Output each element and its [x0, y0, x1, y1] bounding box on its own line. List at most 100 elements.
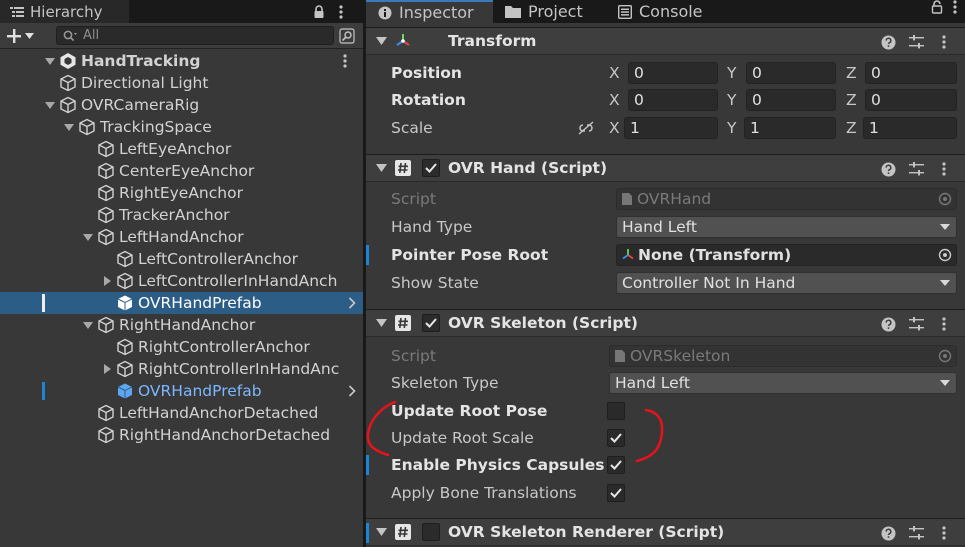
help-icon[interactable] [879, 310, 897, 338]
hierarchy-item[interactable]: RightEyeAnchor [0, 182, 363, 204]
ovr-skeleton-component-header[interactable]: OVR Skeleton (Script) [366, 309, 965, 337]
lock-icon[interactable] [313, 0, 325, 23]
hierarchy-item[interactable]: TrackingSpace [0, 116, 363, 138]
hierarchy-item-label: OVRHandPrefab [138, 382, 262, 400]
tab-inspector[interactable]: Inspector [366, 0, 493, 23]
position-x-field[interactable]: 0 [628, 62, 718, 84]
axis-y-label[interactable]: Y [727, 115, 736, 141]
kebab-menu-icon[interactable] [935, 310, 953, 338]
preset-icon[interactable] [907, 519, 925, 547]
apply-bone-translations-checkbox[interactable] [607, 484, 625, 502]
expanded-arrow-icon[interactable] [42, 50, 58, 72]
hierarchy-item[interactable]: Directional Light [0, 72, 363, 94]
axis-x-label[interactable]: X [609, 60, 620, 86]
kebab-menu-icon[interactable] [338, 50, 352, 72]
preset-icon[interactable] [907, 155, 925, 183]
preset-icon[interactable] [907, 28, 925, 56]
open-prefab-chevron-icon[interactable] [345, 292, 359, 314]
dropdown-arrow-icon [939, 276, 951, 290]
skeleton-type-dropdown[interactable]: Hand Left [609, 372, 957, 394]
axis-z-label[interactable]: Z [846, 115, 857, 141]
pointer-pose-root-field[interactable]: None (Transform) [616, 244, 957, 266]
update-root-scale-checkbox[interactable] [607, 429, 625, 447]
scene-search-icon[interactable] [337, 26, 357, 45]
create-button[interactable] [7, 26, 34, 46]
foldout-arrow-icon[interactable] [374, 34, 388, 48]
axis-z-label[interactable]: Z [846, 60, 857, 86]
axis-z-label[interactable]: Z [846, 87, 857, 113]
hierarchy-item[interactable]: HandTracking [0, 50, 363, 72]
help-icon[interactable] [879, 519, 897, 547]
foldout-arrow-icon[interactable] [374, 161, 388, 175]
hierarchy-toolbar: All [0, 23, 363, 49]
scale-z-field[interactable]: 1 [863, 117, 957, 139]
kebab-menu-icon[interactable] [953, 0, 957, 18]
kebab-menu-icon[interactable] [935, 155, 953, 183]
lock-icon[interactable] [931, 0, 943, 18]
kebab-menu-icon[interactable] [339, 0, 343, 23]
show-state-dropdown[interactable]: Controller Not In Hand [616, 272, 957, 294]
tab-hierarchy[interactable]: Hierarchy [0, 0, 129, 23]
tab-project-label: Project [528, 2, 583, 21]
hierarchy-item[interactable]: OVRHandPrefab [0, 292, 363, 314]
ovr-skeleton-renderer-component-header[interactable]: OVR Skeleton Renderer (Script) [366, 518, 965, 546]
ovr-hand-component-header[interactable]: OVR Hand (Script) [366, 154, 965, 182]
preset-icon[interactable] [907, 310, 925, 338]
override-indicator [366, 455, 369, 475]
kebab-menu-icon[interactable] [935, 519, 953, 547]
hierarchy-item[interactable]: LeftEyeAnchor [0, 138, 363, 160]
hierarchy-item[interactable]: LeftControllerInHandAnch [0, 270, 363, 292]
tab-console[interactable]: Console [618, 0, 703, 23]
hierarchy-item[interactable]: LeftControllerAnchor [0, 248, 363, 270]
expanded-arrow-icon[interactable] [61, 116, 77, 138]
enable-physics-capsules-checkbox[interactable] [607, 456, 625, 474]
scale-x-field[interactable]: 1 [624, 117, 718, 139]
update-root-pose-checkbox[interactable] [607, 402, 625, 420]
rotation-y-field[interactable]: 0 [746, 89, 836, 111]
constrain-proportions-icon[interactable] [577, 121, 595, 135]
enabled-checkbox[interactable] [422, 159, 440, 177]
expanded-arrow-icon[interactable] [80, 226, 96, 248]
scale-y-field[interactable]: 1 [744, 117, 836, 139]
search-input[interactable]: All [56, 26, 334, 45]
script-label: Script [391, 347, 436, 365]
help-icon[interactable] [879, 28, 897, 56]
open-prefab-chevron-icon[interactable] [345, 380, 359, 402]
axis-y-label[interactable]: Y [727, 60, 736, 86]
object-picker-icon[interactable] [938, 248, 952, 262]
collapsed-arrow-icon[interactable] [99, 358, 115, 380]
transform-component-header[interactable]: Transform [366, 27, 965, 55]
hierarchy-item[interactable]: CenterEyeAnchor [0, 160, 363, 182]
cube-icon [96, 182, 116, 204]
foldout-arrow-icon[interactable] [374, 525, 388, 539]
expanded-arrow-icon[interactable] [80, 314, 96, 336]
kebab-menu-icon[interactable] [935, 28, 953, 56]
tab-project[interactable]: Project [505, 0, 583, 23]
position-y-field[interactable]: 0 [746, 62, 836, 84]
transform-title: Transform [448, 32, 537, 50]
hand-type-dropdown[interactable]: Hand Left [616, 216, 957, 238]
hierarchy-item[interactable]: OVRCameraRig [0, 94, 363, 116]
hierarchy-item[interactable]: RightControllerInHandAnc [0, 358, 363, 380]
hierarchy-item[interactable]: RightHandAnchorDetached [0, 424, 363, 446]
help-icon[interactable] [879, 155, 897, 183]
hierarchy-item[interactable]: LeftHandAnchorDetached [0, 402, 363, 424]
axis-x-label[interactable]: X [609, 87, 620, 113]
enabled-checkbox[interactable] [422, 314, 440, 332]
cube-icon [58, 72, 78, 94]
hierarchy-item[interactable]: TrackerAnchor [0, 204, 363, 226]
hierarchy-item[interactable]: OVRHandPrefab [0, 380, 363, 402]
rotation-x-field[interactable]: 0 [628, 89, 718, 111]
hierarchy-item[interactable]: RightControllerAnchor [0, 336, 363, 358]
axis-x-label[interactable]: X [609, 115, 620, 141]
expanded-arrow-icon[interactable] [42, 94, 58, 116]
position-z-field[interactable]: 0 [865, 62, 957, 84]
hierarchy-item[interactable]: RightHandAnchor [0, 314, 363, 336]
update-root-pose-label: Update Root Pose [391, 402, 548, 420]
rotation-z-field[interactable]: 0 [865, 89, 957, 111]
foldout-arrow-icon[interactable] [374, 316, 388, 330]
collapsed-arrow-icon[interactable] [99, 270, 115, 292]
hierarchy-item[interactable]: LeftHandAnchor [0, 226, 363, 248]
axis-y-label[interactable]: Y [727, 87, 736, 113]
enabled-checkbox[interactable] [422, 523, 440, 541]
